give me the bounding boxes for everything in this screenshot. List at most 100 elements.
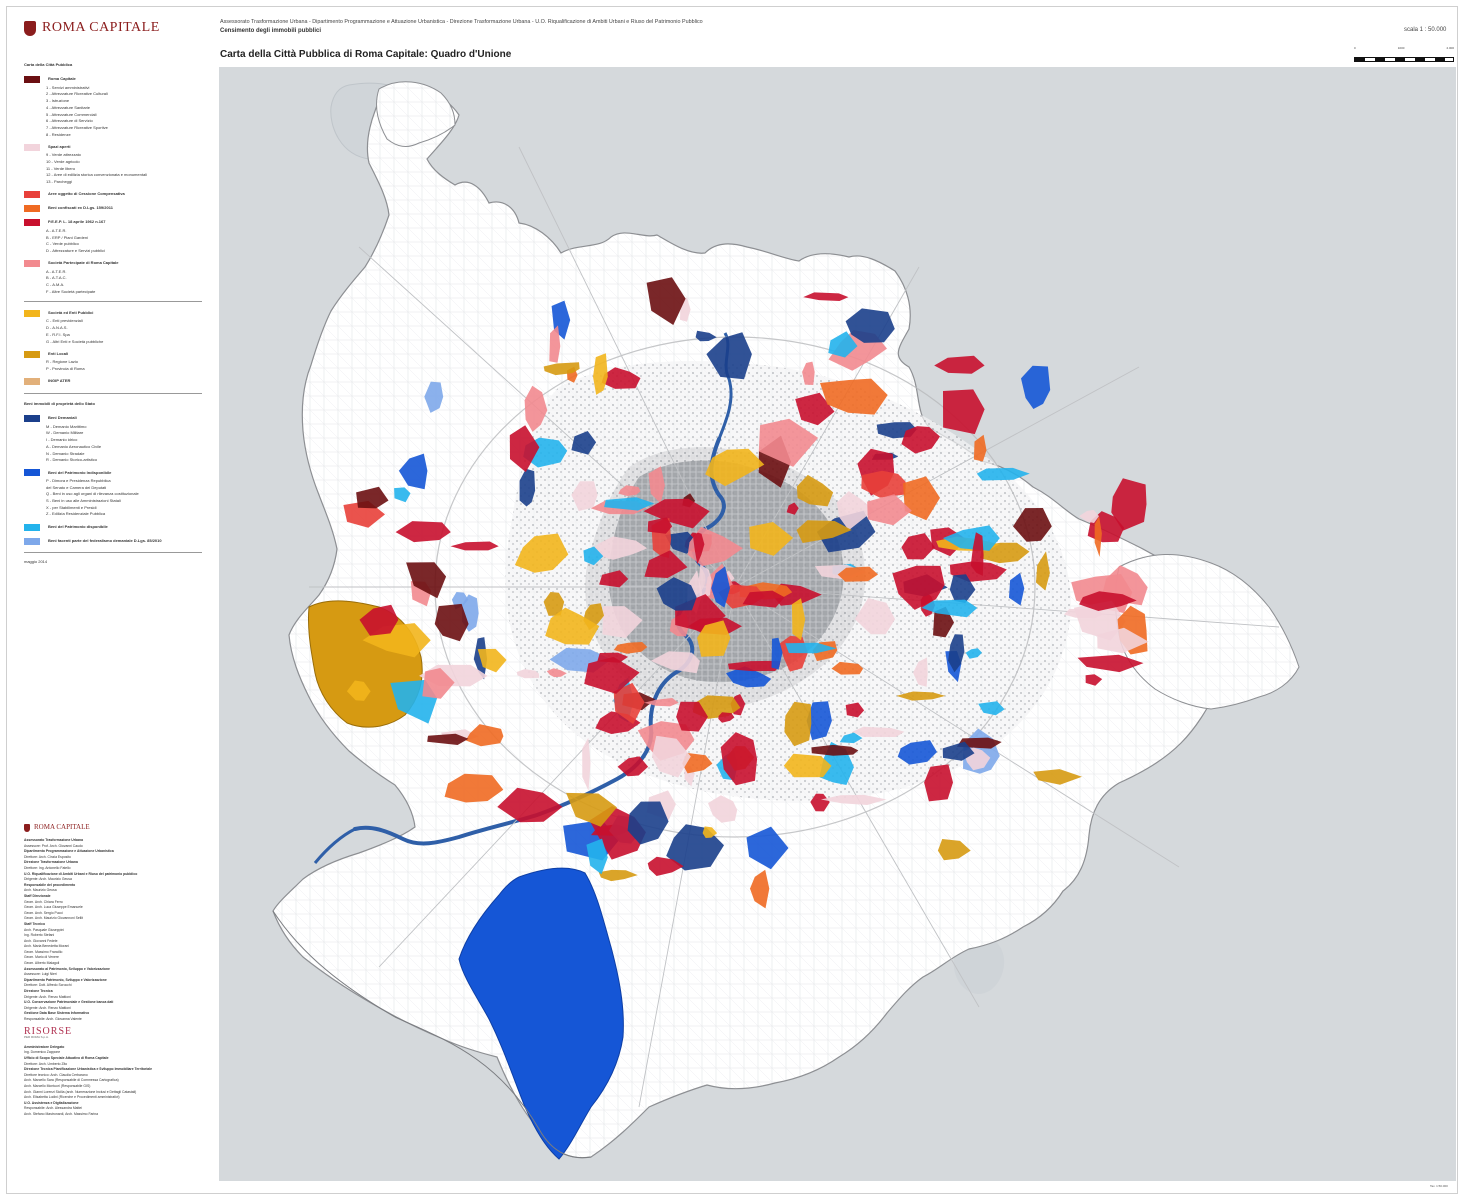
legend-group: Aree oggetto di Cessione Compensativa xyxy=(24,190,206,200)
credits-block: ROMA CAPITALE Assessorato Trasformazione… xyxy=(24,824,206,1118)
legend-sub-item: 11 - Verde libero xyxy=(46,165,76,171)
legend-sub-item: C - A.M.A. xyxy=(46,282,65,288)
legend-divider xyxy=(24,301,202,303)
scale-tick-1: 1000 xyxy=(1397,46,1405,50)
legend-sub-item: 6 - Attrezzature di Servizio xyxy=(46,118,93,124)
legend-swatch xyxy=(24,378,40,386)
legend-label: Spazi aperti xyxy=(48,143,71,149)
legend-swatch xyxy=(24,415,40,423)
legend-sub-item: N - Demanio Stradale xyxy=(46,450,85,456)
scale-tick-2: 2.000 xyxy=(1446,46,1454,50)
legend-label: Beni Demaniali xyxy=(48,415,77,421)
legend-label: Beni confiscati ex D.Lgs. 159/2011 xyxy=(48,205,113,211)
legend-sub-item: 1 - Servizi amministrativi xyxy=(46,84,90,90)
city-map[interactable] xyxy=(219,67,1456,1181)
legend-swatch xyxy=(24,76,40,84)
map-svg[interactable] xyxy=(219,67,1456,1181)
legend-group: Beni Demaniali M - Demanio Marittimo W - D… xyxy=(24,414,206,464)
legend-label: Enti Locali xyxy=(48,350,69,356)
legend-sub-item: del Senato e Camera dei Deputati xyxy=(46,484,107,490)
legend-sub-item: B - ERP / Piani Gardeni xyxy=(46,234,88,240)
legend-sub-item: 3 - Istruzione xyxy=(46,98,70,104)
legend-swatch xyxy=(24,260,40,268)
department-header: Assessorato Trasformazione Urbana - Dipa… xyxy=(220,19,703,25)
legend-divider xyxy=(24,392,202,394)
census-subtitle: Censimento degli immobili pubblici xyxy=(220,28,322,34)
legend-sub-item: C - Enti previdenziali xyxy=(46,318,83,324)
legend-sub-item: S - Beni in uso alle Amministrazioni Sta… xyxy=(46,498,121,504)
legend-swatch xyxy=(24,143,40,151)
legend-sub-item: R - Regione Lazio xyxy=(46,359,79,365)
legend-sub-item: D - Attrezzature e Servizi pubblici xyxy=(46,247,105,253)
legend-sub-item: F - Altre Società partecipate xyxy=(46,288,96,294)
legend-sub-item: G - Altri Enti e Società pubbliche xyxy=(46,338,104,344)
credits-line: Responsabile: Arch. Giovanna Valente xyxy=(24,1017,82,1021)
legend-sub-item: P - Provincia di Roma xyxy=(46,365,85,371)
legend-label: Società ed Enti Pubblici xyxy=(48,310,94,316)
credits-line: Arch. Stefano Mastronardi, Arch. Massimo… xyxy=(24,1111,99,1116)
legend-group: INGIP ATER xyxy=(24,377,206,387)
legend-sub-item: R - Demanio Storico-artistico xyxy=(46,457,98,463)
roma-shield-icon xyxy=(24,824,30,832)
legend-sub-item: M - Demanio Marittimo xyxy=(46,423,87,429)
legend-sub-item: E - R.F.I. Spa xyxy=(46,331,70,337)
roma-shield-icon xyxy=(24,20,36,36)
legend-swatch xyxy=(24,469,40,477)
page-code: Tav. 1:50.000 xyxy=(1430,1184,1448,1188)
legend-group: P.E.E.P. L. 18 aprile 1962 n.167 A - A.T.… xyxy=(24,218,206,255)
risorse-logo: RISORSE xyxy=(24,1025,73,1037)
legend-label: INGIP ATER xyxy=(48,378,71,384)
map-legend: Carta della Città Pubblica Roma Capitale… xyxy=(24,62,206,566)
legend-swatch xyxy=(24,523,40,531)
legend-swatch xyxy=(24,309,40,317)
legend-sub-item: 12 - Aree di edilizia storica convenzion… xyxy=(46,172,147,178)
legend-sub-item: A - Demanio Aeronautico Civile xyxy=(46,443,102,449)
legend-sub-item: 4 - Attrezzature Sanitarie xyxy=(46,104,91,110)
legend-label: Beni del Patrimonio Indisponibile xyxy=(48,469,112,475)
legend-label: Società Partecipate di Roma Capitale xyxy=(48,260,119,266)
legend-swatch xyxy=(24,219,40,227)
legend-sub-item: 8 - Residenze xyxy=(46,131,71,137)
legend-swatch xyxy=(24,350,40,358)
legend-group: Beni confiscati ex D.Lgs. 159/2011 xyxy=(24,204,206,214)
legend-sub-item: A - A.T.E.R. xyxy=(46,227,67,233)
legend-sub-item: 5 - Attrezzature Commerciali xyxy=(46,111,97,117)
legend-group: Società ed Enti Pubblici C - Enti previde… xyxy=(24,308,206,345)
scale-bar: 0 1000 2.000 xyxy=(1354,46,1454,64)
legend-sub-item: C - Verde pubblico xyxy=(46,241,79,247)
legend-label: Roma Capitale xyxy=(48,76,76,82)
legend-group: Beni del Patrimonio Indisponibile P - Dim… xyxy=(24,468,206,518)
legend-group: Beni facenti parte del federalismo deman… xyxy=(24,536,206,546)
legend-sub-item: B - A.T.A.C. xyxy=(46,275,67,281)
legend-sub-item: A - A.T.E.R. xyxy=(46,268,67,274)
map-title: Carta della Città Pubblica di Roma Capit… xyxy=(220,49,512,60)
legend-group: Enti Locali R - Regione Lazio P - Provinci… xyxy=(24,349,206,372)
legend-panel: ROMA CAPITALE Carta della Città Pubblica… xyxy=(20,14,206,1186)
legend-sub-item: P - Dimora e Presidenza Repubblica xyxy=(46,477,111,483)
legend-label: Beni del Patrimonio disponibile xyxy=(48,523,108,529)
legend-group: Società Partecipate di Roma Capitale A - … xyxy=(24,259,206,296)
legend-swatch xyxy=(24,191,40,199)
legend-sub-item: D - A.N.A.S. xyxy=(46,325,68,331)
legend-sub-item: X - per Stabilimenti e Presidi xyxy=(46,504,97,510)
legend-group: Beni immobili di proprietà dello Stato xyxy=(24,400,206,410)
legend-sub-item: Z - Edilizia Residenziale Pubblica xyxy=(46,511,106,517)
property-parcel[interactable] xyxy=(934,355,985,374)
credits-logo-text: ROMA CAPITALE xyxy=(34,823,90,832)
property-parcel[interactable] xyxy=(1021,365,1051,409)
legend-swatch xyxy=(24,205,40,213)
legend-title: Carta della Città Pubblica xyxy=(24,62,73,67)
legend-swatch xyxy=(24,537,40,545)
roma-capitale-logo: ROMA CAPITALE xyxy=(24,20,160,36)
legend-sub-item: 2 - Attrezzature Ricreative Culturali xyxy=(46,91,108,97)
legend-date: maggio 2014 xyxy=(24,559,48,565)
legend-group: Beni del Patrimonio disponibile xyxy=(24,522,206,532)
credits-logo: ROMA CAPITALE xyxy=(24,824,206,832)
legend-label: Aree oggetto di Cessione Compensativa xyxy=(48,191,125,197)
legend-group: Roma Capitale 1 - Servizi amministrativi 2… xyxy=(24,75,206,139)
property-parcel[interactable] xyxy=(943,389,985,435)
legend-label: Beni facenti parte del federalismo deman… xyxy=(48,537,162,543)
legend-label: Beni immobili di proprietà dello Stato xyxy=(24,401,95,407)
scale-bar-graphic xyxy=(1354,57,1454,62)
legend-sub-item: Q - Beni in uso agli organi di rilevanza… xyxy=(46,491,139,497)
